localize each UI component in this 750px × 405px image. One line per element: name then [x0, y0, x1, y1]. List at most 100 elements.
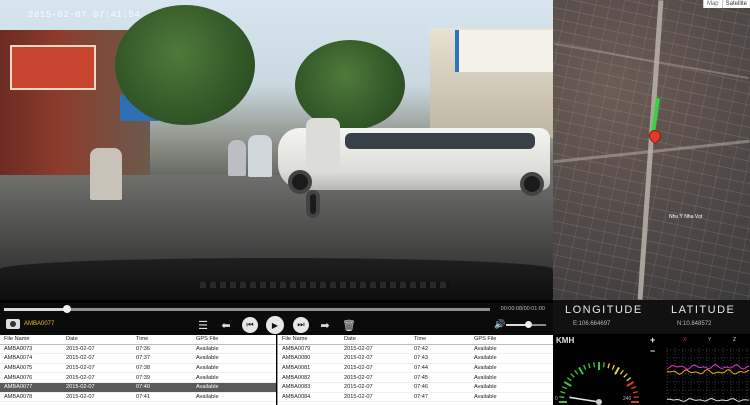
cell-date: 2015-02-07 — [344, 393, 373, 400]
gauge-tick — [588, 363, 591, 369]
cyclist — [306, 118, 340, 170]
cell-time: 07:46 — [414, 384, 428, 391]
header-time: Time — [136, 336, 149, 343]
latitude-label: LATITUDE — [671, 304, 736, 316]
parked-motorbike — [90, 148, 122, 200]
gauge-tick — [559, 396, 565, 399]
fast-forward-icon: ⏭ — [297, 320, 305, 329]
video-frame[interactable]: 2015-02-07 07:41:54 — [0, 0, 553, 300]
cell-date: 2015-02-07 — [66, 365, 95, 372]
play-icon: ▶ — [271, 320, 279, 330]
arrow-right-icon: ➡ — [320, 319, 330, 332]
volume-handle[interactable] — [525, 321, 532, 328]
table-row[interactable]: AMBA0081 2015-02-07 07:44 Available — [278, 364, 553, 374]
cell-file-name: AMBA0079 — [282, 345, 311, 352]
header-gps-file: GPS File — [196, 336, 219, 343]
gauge-tick — [619, 369, 624, 375]
list-icon: ☰ — [198, 319, 208, 332]
cell-date: 2015-02-07 — [344, 365, 373, 372]
table-row[interactable]: AMBA0076 2015-02-07 07:39 Available — [0, 373, 276, 383]
table-row[interactable]: AMBA0080 2015-02-07 07:43 Available — [278, 354, 553, 364]
gauge-tick — [593, 362, 596, 368]
table-row[interactable]: AMBA0075 2015-02-07 07:38 Available — [0, 364, 276, 374]
limousine-window — [345, 133, 535, 149]
table-header: File Name Date Time GPS File — [0, 335, 276, 345]
gps-map[interactable]: Nhu Ý Nhu Vọt Map Satellite — [553, 0, 750, 300]
gauge-tick — [607, 363, 610, 369]
cell-file-name: AMBA0084 — [282, 393, 311, 400]
cell-date: 2015-02-07 — [344, 374, 373, 381]
header-time: Time — [414, 336, 427, 343]
cell-date: 2015-02-07 — [66, 345, 95, 352]
fast-forward-button[interactable]: ⏭ — [293, 317, 309, 333]
current-file-name: AMBA0077 — [24, 321, 55, 327]
cell-file-name: AMBA0075 — [4, 365, 33, 372]
gauge-tick — [631, 386, 637, 390]
volume-slider[interactable] — [506, 321, 546, 328]
cell-gps: Available — [196, 355, 219, 362]
play-button[interactable]: ▶ — [266, 316, 284, 334]
cell-gps: Available — [474, 374, 497, 381]
cell-time: 07:38 — [136, 365, 150, 372]
cell-gps: Available — [474, 393, 497, 400]
playlist-button[interactable]: ☰ — [195, 317, 211, 333]
table-row[interactable]: AMBA0078 2015-02-07 07:41 Available — [0, 393, 276, 403]
previous-file-button[interactable]: ⬅ — [218, 317, 234, 333]
table-row[interactable]: AMBA0077 2015-02-07 07:40 Available — [0, 382, 276, 393]
motorbike-rider — [248, 135, 272, 177]
progress-bar[interactable]: 00:00:08/00:01:00 — [0, 303, 553, 315]
graph-grid — [666, 348, 750, 405]
video-timestamp: 2015-02-07 07:41:54 — [28, 10, 141, 20]
arrow-left-icon: ⬅ — [221, 319, 231, 332]
gauge-hub — [596, 399, 602, 405]
seek-track[interactable] — [4, 305, 490, 313]
cell-file-name: AMBA0082 — [282, 374, 311, 381]
speedometer: KMH 0 240 — [553, 334, 645, 405]
gauge-tick — [563, 381, 572, 387]
map-type-map[interactable]: Map — [702, 0, 722, 8]
dashboard-vent — [200, 282, 450, 288]
cell-date: 2015-02-07 — [66, 384, 95, 391]
tree — [115, 5, 255, 125]
gauge-tick — [566, 377, 572, 382]
snapshot-icon[interactable] — [6, 319, 20, 329]
gauge-tick — [611, 364, 615, 370]
seek-fill — [4, 308, 68, 311]
cell-time: 07:47 — [414, 393, 428, 400]
volume-icon[interactable]: 🔊 — [494, 319, 505, 330]
cell-date: 2015-02-07 — [66, 393, 95, 400]
delete-button[interactable]: 🗑 — [341, 317, 357, 333]
table-row[interactable]: AMBA0079 2015-02-07 07:42 Available — [278, 345, 553, 355]
player-controls: AMBA0077 ☰ ⬅ ⏮ ▶ ⏭ ➡ 🗑 🔊 — [0, 315, 553, 335]
motorbike-rider — [228, 140, 246, 176]
cell-file-name: AMBA0078 — [4, 393, 33, 400]
cell-file-name: AMBA0076 — [4, 374, 33, 381]
street-label: Nhu Ý Nhu Vọt — [669, 214, 703, 220]
cell-time: 07:45 — [414, 374, 428, 381]
trash-icon: 🗑 — [342, 319, 356, 332]
tree — [295, 40, 405, 130]
shop-sign-right — [455, 30, 553, 72]
table-row[interactable]: AMBA0074 2015-02-07 07:37 Available — [0, 354, 276, 364]
file-list-left: File Name Date Time GPS File AMBA0073 20… — [0, 335, 276, 405]
seek-handle[interactable] — [63, 305, 72, 313]
gauge-max-label: 240 — [623, 396, 632, 402]
table-row[interactable]: AMBA0082 2015-02-07 07:45 Available — [278, 373, 553, 383]
header-date: Date — [66, 336, 78, 343]
gauge-tick — [614, 366, 620, 375]
dashboard — [0, 258, 553, 300]
shop-sign — [10, 45, 96, 90]
cell-gps: Available — [474, 345, 497, 352]
map-type-switch[interactable]: Map Satellite — [702, 0, 750, 8]
cell-date: 2015-02-07 — [66, 355, 95, 362]
next-file-button[interactable]: ➡ — [317, 317, 333, 333]
table-row[interactable]: AMBA0073 2015-02-07 07:36 Available — [0, 345, 276, 355]
rewind-button[interactable]: ⏮ — [242, 317, 258, 333]
cell-gps: Available — [196, 384, 219, 391]
table-row[interactable]: AMBA0083 2015-02-07 07:46 Available — [278, 383, 553, 393]
speed-gauge — [559, 362, 639, 405]
cell-gps: Available — [196, 345, 219, 352]
map-type-satellite[interactable]: Satellite — [721, 0, 750, 8]
graph-canvas — [666, 348, 750, 405]
table-row[interactable]: AMBA0084 2015-02-07 07:47 Available — [278, 393, 553, 403]
